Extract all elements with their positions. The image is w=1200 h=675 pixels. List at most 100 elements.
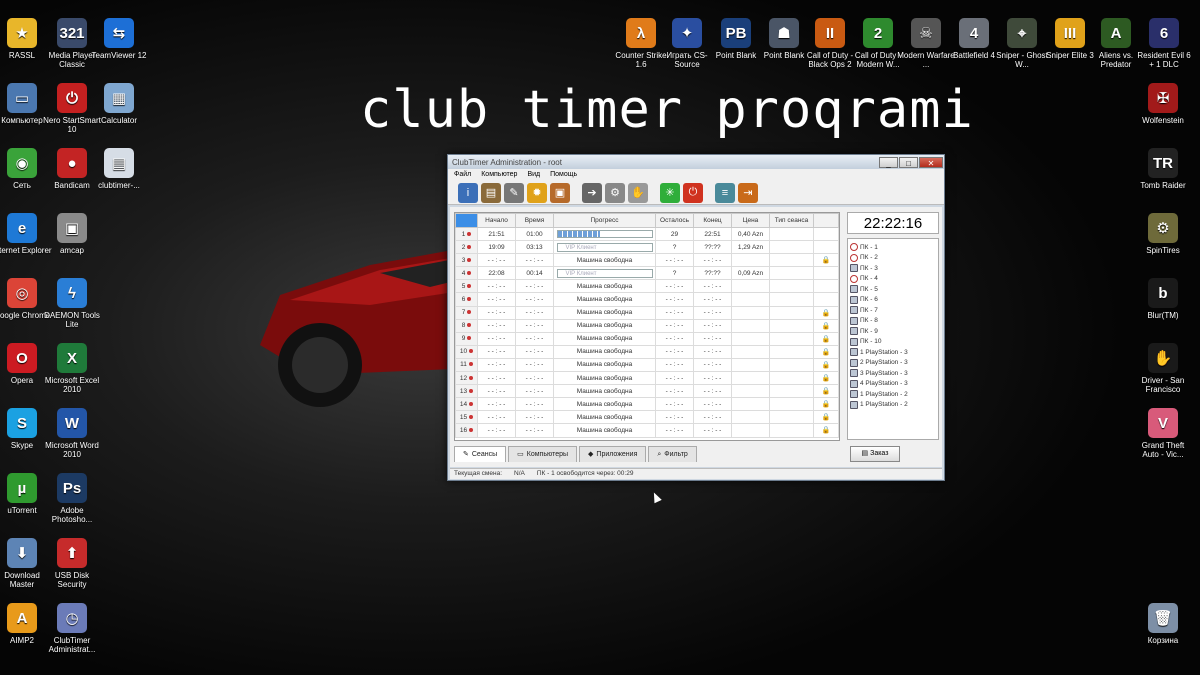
lock-icon[interactable]: 🔒 <box>822 401 831 408</box>
pc-list-item[interactable]: ПК - 8 <box>850 316 936 327</box>
grid-header-progress[interactable]: Прогресс <box>553 213 656 228</box>
desktop-shortcut[interactable]: ✋ Driver - San Francisco <box>1133 343 1193 394</box>
tools-icon[interactable]: ✎ <box>504 182 524 203</box>
table-row[interactable]: 1 21:51 01:00 29 22:51 0,40 Azn <box>455 226 839 242</box>
grid-header-end[interactable]: Конец <box>693 213 732 228</box>
table-row[interactable]: 16- - : - -- - : - - Машина свободна - - :… <box>455 423 839 438</box>
order-button[interactable]: ▤ Заказ <box>850 446 900 462</box>
grid-header-session-type[interactable]: Тип сеанса <box>769 213 814 228</box>
pc-list-item[interactable]: ПК - 6 <box>850 295 936 306</box>
pc-list-item[interactable]: ПК - 9 <box>850 326 936 337</box>
database-icon[interactable]: ≡ <box>715 182 735 203</box>
desktop-shortcut[interactable]: X Microsoft Excel 2010 <box>42 343 102 394</box>
grid-header-left[interactable]: Осталось <box>655 213 694 228</box>
desktop-shortcut[interactable]: ⚙ SpinTires <box>1133 213 1193 255</box>
lock-icon[interactable]: 🔒 <box>822 336 831 343</box>
pc-list-item[interactable]: ПК - 1 <box>850 242 936 253</box>
tab-sessions[interactable]: ✎ Сеансы <box>454 446 507 462</box>
table-row[interactable]: 5- - : - -- - : - - Машина свободна - - : … <box>455 279 839 294</box>
gears-icon[interactable]: ⚙ <box>605 182 625 203</box>
table-row[interactable]: 8- - : - -- - : - - Машина свободна - - : … <box>455 318 839 333</box>
lock-icon[interactable]: 🔒 <box>822 388 831 395</box>
tab-filter[interactable]: ⌕ Фильтр <box>648 446 697 462</box>
desktop-shortcut[interactable]: ✠ Wolfenstein <box>1133 83 1193 125</box>
row-number-cell[interactable]: 2 <box>455 240 478 255</box>
desktop-shortcut[interactable]: ▤ clubtimer-... <box>89 148 149 190</box>
pc-list-item[interactable]: 4 PlayStation - 3 <box>850 379 936 390</box>
table-row[interactable]: 11- - : - -- - : - - Машина свободна - - :… <box>455 357 839 373</box>
desktop-shortcut[interactable]: TR Tomb Raider <box>1133 148 1193 190</box>
pc-list-item[interactable]: 1 PlayStation - 2 <box>850 400 936 411</box>
table-row[interactable]: 7- - : - -- - : - - Машина свободна - - : … <box>455 305 839 320</box>
menu-computer[interactable]: Компьютер <box>481 169 517 181</box>
lock-icon[interactable]: 🔒 <box>822 349 831 356</box>
row-number-cell[interactable]: 3 <box>455 253 478 268</box>
maximize-button[interactable]: □ <box>899 156 918 168</box>
table-row[interactable]: 15- - : - -- - : - - Машина свободна - - :… <box>455 410 839 425</box>
package-icon[interactable]: ▣ <box>550 182 570 203</box>
lock-icon[interactable]: 🔒 <box>822 375 831 382</box>
row-number-cell[interactable]: 5 <box>455 279 478 294</box>
pc-list-item[interactable]: ПК - 10 <box>850 337 936 348</box>
table-row[interactable]: 10- - : - -- - : - - Машина свободна - - :… <box>455 344 839 359</box>
desktop-shortcut[interactable]: ◷ ClubTimer Administrat... <box>42 603 102 654</box>
pc-list-item[interactable]: ПК - 2 <box>850 253 936 264</box>
row-number-cell[interactable]: 4 <box>455 266 478 281</box>
table-row[interactable]: 4 22:08 00:14 VIP Клиент???:?? 0,09 Azn <box>455 266 839 281</box>
desktop-shortcut[interactable]: 🗑 Корзина <box>1133 603 1193 645</box>
grid-header-price[interactable]: Цена <box>731 213 770 228</box>
stop-hand-icon[interactable]: ✋ <box>628 182 648 203</box>
row-number-cell[interactable]: 14 <box>455 397 478 412</box>
pc-list-item[interactable]: 3 PlayStation - 3 <box>850 368 936 379</box>
session-book-icon[interactable]: ▤ <box>481 182 501 203</box>
desktop-shortcut[interactable]: ⇆ TeamViewer 12 <box>89 18 149 60</box>
desktop-shortcut[interactable]: b Blur(TM) <box>1133 278 1193 320</box>
pc-list-item[interactable]: ПК - 5 <box>850 284 936 295</box>
table-row[interactable]: 6- - : - -- - : - - Машина свободна - - : … <box>455 292 839 307</box>
row-number-cell[interactable]: 13 <box>455 384 478 399</box>
pc-list-item[interactable]: 1 PlayStation - 3 <box>850 347 936 358</box>
exit-door-icon[interactable]: ⇥ <box>738 182 758 203</box>
pc-list-item[interactable]: ПК - 4 <box>850 274 936 285</box>
table-row[interactable]: 3- - : - -- - : - - Машина свободна - - : … <box>455 253 839 268</box>
table-row[interactable]: 2 19:09 03:13 VIP Клиент???:?? 1,29 Azn <box>455 240 839 255</box>
power-icon[interactable]: ⏻ <box>683 182 703 203</box>
row-number-cell[interactable]: 16 <box>455 423 478 438</box>
minimize-button[interactable]: _ <box>879 156 898 168</box>
lock-icon[interactable]: 🔒 <box>822 257 831 264</box>
arrow-right-icon[interactable]: ➔ <box>582 182 602 203</box>
menu-help[interactable]: Помощь <box>550 169 577 181</box>
tab-computers[interactable]: ▭ Компьютеры <box>508 446 578 462</box>
pc-list-item[interactable]: ПК - 3 <box>850 263 936 274</box>
close-button[interactable]: ✕ <box>919 156 943 168</box>
menu-view[interactable]: Вид <box>527 169 540 181</box>
settings-icon[interactable]: ✹ <box>527 182 547 203</box>
refresh-icon[interactable]: ✳ <box>660 182 680 203</box>
row-number-cell[interactable]: 8 <box>455 318 478 333</box>
row-number-cell[interactable]: 9 <box>455 331 478 346</box>
tab-applications[interactable]: ◆ Приложения <box>579 446 647 462</box>
desktop-shortcut[interactable]: V Grand Theft Auto - Vic... <box>1133 408 1193 459</box>
row-number-cell[interactable]: 15 <box>455 410 478 425</box>
lock-icon[interactable]: 🔒 <box>822 414 831 421</box>
pc-list-item[interactable]: ПК - 7 <box>850 305 936 316</box>
desktop-shortcut[interactable]: W Microsoft Word 2010 <box>42 408 102 459</box>
table-row[interactable]: 12- - : - -- - : - - Машина свободна - - :… <box>455 371 839 386</box>
lock-icon[interactable]: 🔒 <box>822 362 831 369</box>
row-number-cell[interactable]: 1 <box>455 226 478 242</box>
pc-list-item[interactable]: 2 PlayStation - 3 <box>850 358 936 369</box>
table-row[interactable]: 13- - : - -- - : - - Машина свободна - - :… <box>455 384 839 399</box>
row-number-cell[interactable]: 11 <box>455 357 478 373</box>
table-row[interactable]: 9- - : - -- - : - - Машина свободна - - : … <box>455 331 839 346</box>
desktop-shortcut[interactable]: ▣ amcap <box>42 213 102 255</box>
window-titlebar[interactable]: ClubTimer Administration - root _ □ ✕ <box>448 155 944 169</box>
desktop-shortcut[interactable]: ▦ Calculator <box>89 83 149 125</box>
row-number-cell[interactable]: 10 <box>455 344 478 359</box>
table-row[interactable]: 14- - : - -- - : - - Машина свободна - - :… <box>455 397 839 412</box>
desktop-shortcut[interactable]: 6 Resident Evil 6 + 1 DLC <box>1134 18 1194 69</box>
row-number-cell[interactable]: 12 <box>455 371 478 386</box>
desktop-shortcut[interactable]: Ps Adobe Photosho... <box>42 473 102 524</box>
info-icon[interactable]: i <box>458 182 478 203</box>
lock-icon[interactable]: 🔒 <box>822 310 831 317</box>
row-number-cell[interactable]: 6 <box>455 292 478 307</box>
